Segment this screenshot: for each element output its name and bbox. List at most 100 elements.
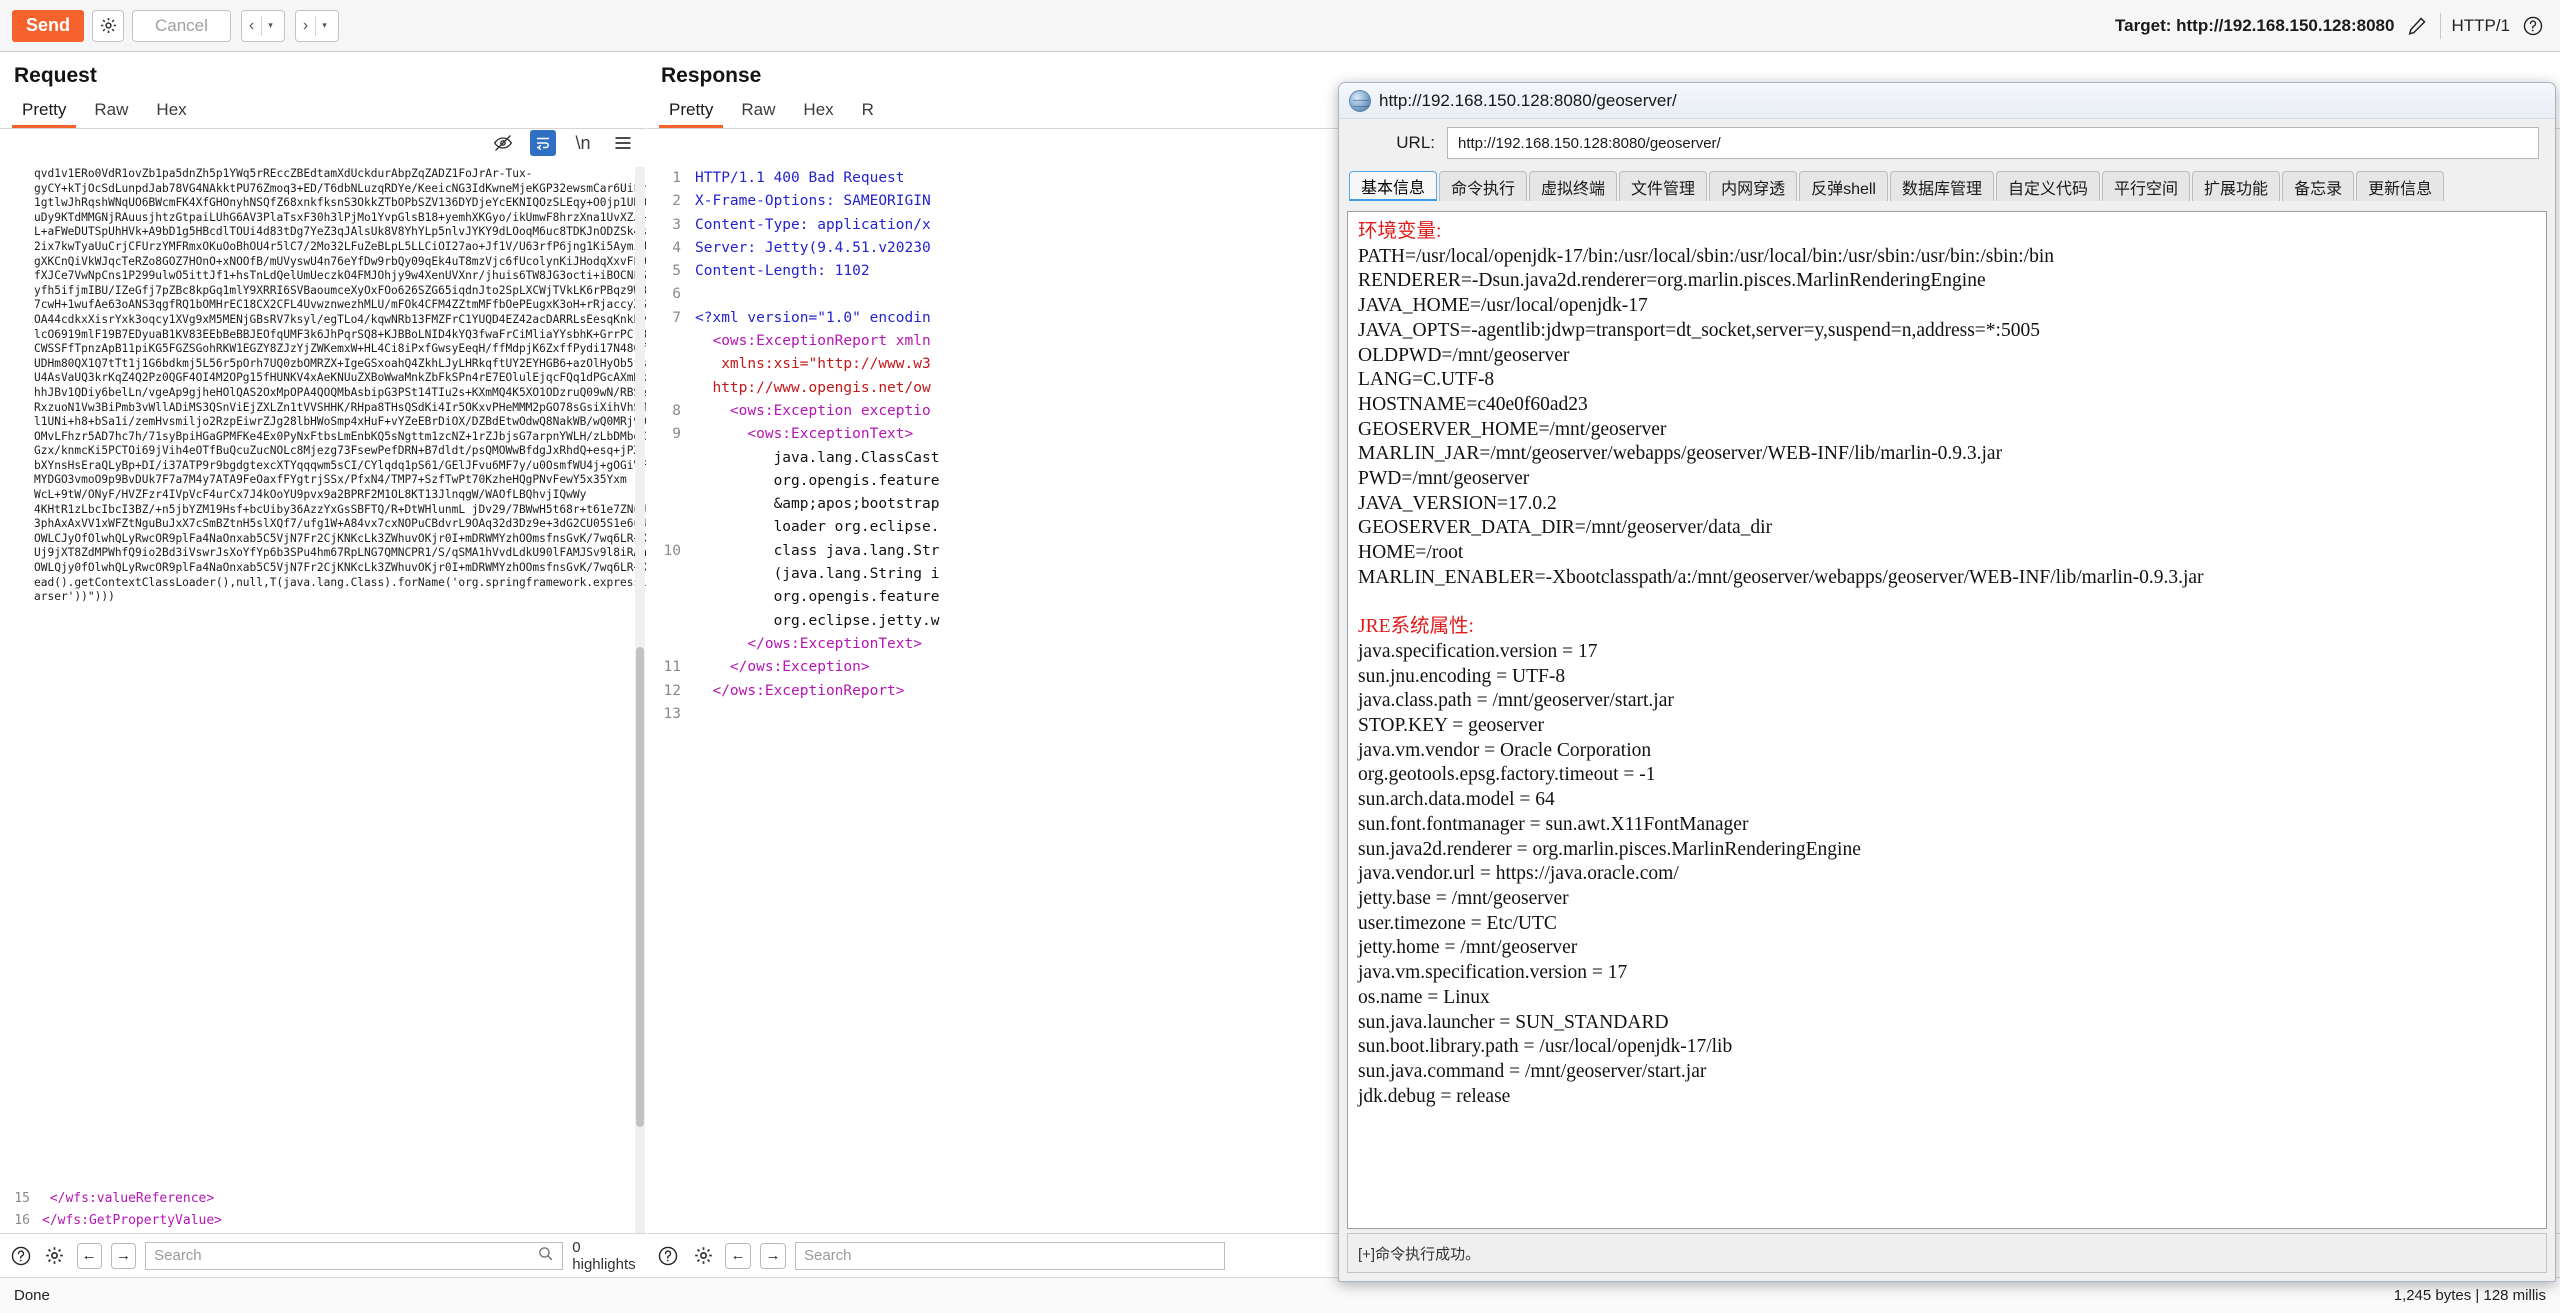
response-lines: 1 HTTP/1.1 400 Bad Request 2 X-Frame-Option… <box>647 167 940 726</box>
chevron-right-icon: › <box>302 16 309 34</box>
line-number: 9 <box>672 426 681 443</box>
env-line: JAVA_VERSION=17.0.2 <box>1358 492 1557 514</box>
wrap-lines-icon[interactable] <box>530 130 556 156</box>
tool-tab-4[interactable]: 内网穿透 <box>1709 171 1798 201</box>
tool-tab-1[interactable]: 命令执行 <box>1439 171 1528 201</box>
arrow-left-icon[interactable]: ← <box>76 1242 102 1269</box>
response-line: 10 class java.lang.Str <box>647 540 940 563</box>
scrollbar-thumb[interactable] <box>636 647 644 1127</box>
menu-icon[interactable] <box>610 130 636 156</box>
jre-line: java.class.path = /mnt/geoserver/start.j… <box>1358 690 1674 712</box>
tool-tab-3[interactable]: 文件管理 <box>1619 171 1708 201</box>
tool-tab-7[interactable]: 自定义代码 <box>1996 171 2101 201</box>
request-tab-raw[interactable]: Raw <box>80 98 142 128</box>
env-line: OLDPWD=/mnt/geoserver <box>1358 344 1570 366</box>
toolbar-right-group: Target: http://192.168.150.128:8080 HTTP… <box>2115 12 2560 39</box>
request-scrollbar[interactable] <box>635 167 645 1252</box>
tool-tab-6[interactable]: 数据库管理 <box>1890 171 1995 201</box>
jre-line: jetty.base = /mnt/geoserver <box>1358 887 1569 909</box>
magnifier-icon[interactable] <box>537 1245 554 1266</box>
http-version-label[interactable]: HTTP/1 <box>2451 16 2510 36</box>
response-line: 4 Server: Jetty(9.4.51.v20230 <box>647 237 939 260</box>
status-left-text: Done <box>14 1287 50 1304</box>
chevron-down-icon[interactable]: ▾ <box>316 20 333 31</box>
question-circle-icon[interactable] <box>2520 13 2546 39</box>
tool-tab-0[interactable]: 基本信息 <box>1349 171 1438 201</box>
gear-icon[interactable] <box>42 1243 67 1269</box>
line-number: 2 <box>672 193 681 210</box>
jre-line: STOP.KEY = geoserver <box>1358 715 1544 737</box>
line-text: </ows:ExceptionReport> <box>695 682 905 699</box>
line-text: org.opengis.feature <box>695 589 940 606</box>
tool-window-titlebar[interactable]: http://192.168.150.128:8080/geoserver/ <box>1339 83 2555 119</box>
tool-url-row: URL: http://192.168.150.128:8080/geoserv… <box>1339 119 2555 167</box>
request-search-input[interactable]: Search <box>145 1241 564 1270</box>
status-right-text: 1,245 bytes | 128 millis <box>2393 1287 2546 1304</box>
request-search-bar: ← → Search 0 highlights <box>0 1233 646 1277</box>
response-tab-hex[interactable]: Hex <box>789 98 847 128</box>
response-line: org.opengis.feature <box>647 586 940 609</box>
line-number: 11 <box>663 659 681 676</box>
next-request-button[interactable]: › ▾ <box>294 9 339 42</box>
line-text: Server: Jetty(9.4.51.v20230 <box>695 239 931 256</box>
jre-line: sun.boot.library.path = /usr/local/openj… <box>1358 1036 1733 1058</box>
arrow-right-icon[interactable]: → <box>110 1242 137 1269</box>
pencil-icon[interactable] <box>2404 13 2430 39</box>
line-text: </wfs:valueReference> <box>42 1191 215 1206</box>
send-button[interactable]: Send <box>12 9 84 42</box>
response-line: xmlns:xsi="http://www.w3 <box>647 353 939 376</box>
env-line: MARLIN_ENABLER=-Xbootclasspath/a:/mnt/ge… <box>1358 566 2204 588</box>
target-label: Target: http://192.168.150.128:8080 <box>2115 15 2395 35</box>
tool-output-panel[interactable]: 环境变量: PATH=/usr/local/openjdk-17/bin:/usr… <box>1347 211 2547 1229</box>
line-text: </ows:Exception> <box>695 659 870 676</box>
response-line: 11 </ows:Exception> <box>647 656 939 679</box>
jre-line: java.vendor.url = https://java.oracle.co… <box>1358 863 1679 885</box>
cancel-button[interactable]: Cancel <box>132 9 231 42</box>
tool-tab-8[interactable]: 平行空间 <box>2102 171 2191 201</box>
tool-tab-10[interactable]: 备忘录 <box>2282 171 2355 201</box>
env-line: PATH=/usr/local/openjdk-17/bin:/usr/loca… <box>1358 245 2055 267</box>
jre-line: jetty.home = /mnt/geoserver <box>1358 937 1578 959</box>
jre-line: sun.jnu.encoding = UTF-8 <box>1358 665 1566 687</box>
prev-request-button[interactable]: ‹ ▾ <box>240 9 285 42</box>
tool-tab-2[interactable]: 虚拟终端 <box>1529 171 1618 201</box>
response-tab-r[interactable]: R <box>848 98 888 128</box>
tab-label: Pretty <box>669 100 714 119</box>
line-text: xmlns:xsi="http://www.w3 <box>695 356 931 373</box>
request-tab-hex[interactable]: Hex <box>142 98 200 128</box>
tool-status-text: [+]命令执行成功。 <box>1358 1245 1481 1263</box>
eye-off-icon[interactable] <box>490 130 516 156</box>
jre-line: sun.java2d.renderer = org.marlin.pisces.… <box>1358 838 1861 860</box>
question-circle-icon[interactable] <box>655 1243 681 1269</box>
tool-tab-11[interactable]: 更新信息 <box>2356 171 2445 201</box>
response-line: java.lang.ClassCast <box>647 447 940 470</box>
tool-tab-9[interactable]: 扩展功能 <box>2192 171 2281 201</box>
gear-icon[interactable] <box>92 9 124 42</box>
response-line: &amp;apos;bootstrap <box>647 493 940 516</box>
arrow-left-icon[interactable]: ← <box>725 1242 751 1269</box>
newline-icon[interactable]: \n <box>570 130 596 156</box>
tool-status-bar: [+]命令执行成功。 <box>1347 1233 2547 1273</box>
line-text: </ows:ExceptionText> <box>695 635 922 652</box>
response-line: org.opengis.feature <box>647 470 940 493</box>
response-search-input[interactable]: Search <box>795 1241 1225 1270</box>
url-input[interactable]: http://192.168.150.128:8080/geoserver/ <box>1447 127 2539 159</box>
tab-label: Pretty <box>22 100 67 119</box>
question-circle-icon[interactable] <box>8 1243 33 1269</box>
request-tab-pretty[interactable]: Pretty <box>8 98 80 128</box>
response-line: <ows:ExceptionReport xmln <box>647 330 939 353</box>
request-panel: Request Pretty Raw Hex \n qvd1v1ERo0VdR1ov… <box>0 52 646 1252</box>
request-tail-lines: 15 </wfs:valueReference> 16 </wfs:GetPrope… <box>0 1188 646 1232</box>
request-body-editor[interactable]: qvd1v1ERo0VdR1ovZb1pa5dnZh5p1YWq5rREccZB… <box>0 167 646 1252</box>
arrow-right-icon[interactable]: → <box>760 1242 786 1269</box>
exploit-tool-window[interactable]: http://192.168.150.128:8080/geoserver/ U… <box>1338 82 2556 1282</box>
response-tab-pretty[interactable]: Pretty <box>655 98 727 128</box>
response-line: 7 <?xml version="1.0" encodin <box>647 307 939 330</box>
chevron-down-icon[interactable]: ▾ <box>262 20 279 31</box>
response-tab-raw[interactable]: Raw <box>727 98 789 128</box>
jre-line: java.vm.vendor = Oracle Corporation <box>1358 739 1652 761</box>
tool-tab-5[interactable]: 反弹shell <box>1799 171 1888 201</box>
gear-icon[interactable] <box>690 1243 716 1269</box>
response-line: org.eclipse.jetty.w <box>647 610 940 633</box>
line-number: 16 <box>14 1213 30 1228</box>
